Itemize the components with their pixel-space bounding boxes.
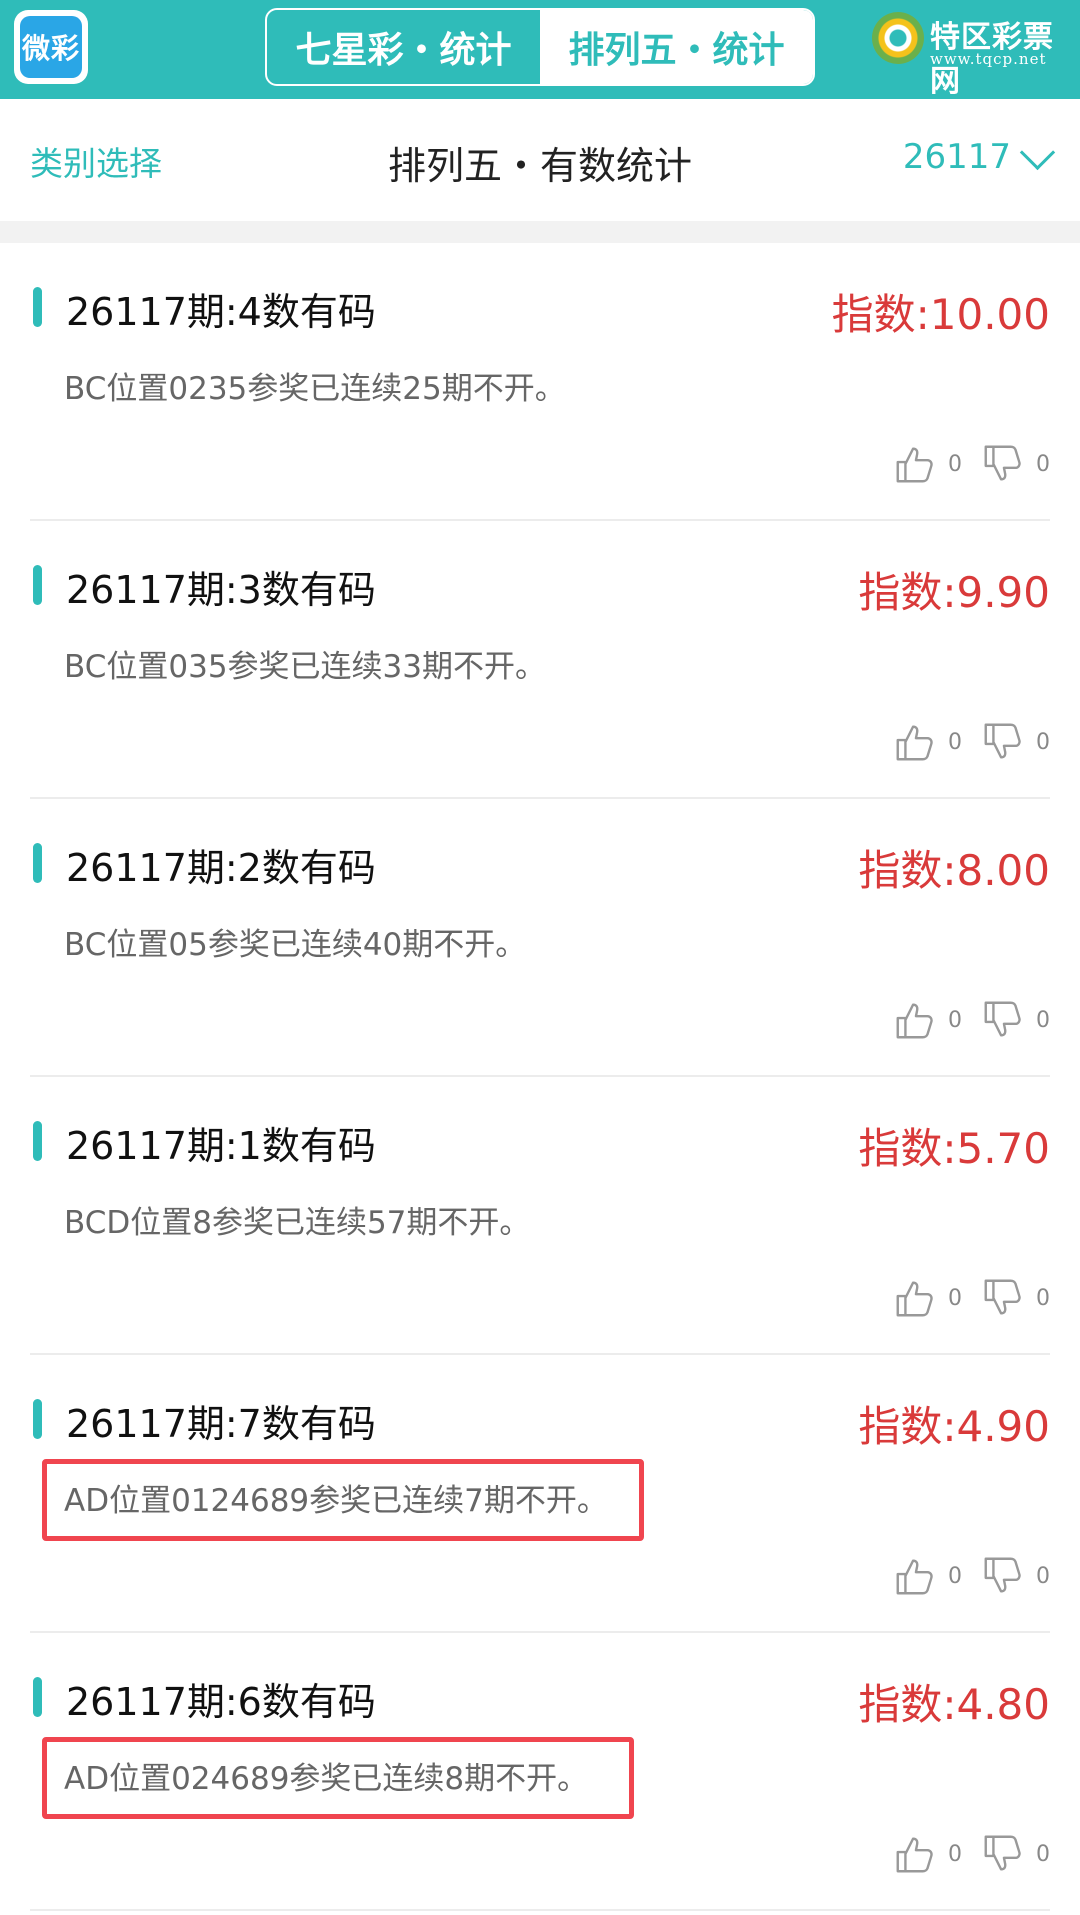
- list-item: 26117期:4数有码 指数:10.00 BC位置0235参奖已连续25期不开。…: [30, 243, 1050, 521]
- dislike-count: 0: [1036, 1285, 1050, 1311]
- dislike-count: 0: [1036, 729, 1050, 755]
- item-index: 指数:10.00: [831, 290, 1050, 339]
- item-description: BC位置035参奖已连续33期不开。: [64, 649, 546, 685]
- chevron-down-icon: [1019, 134, 1056, 170]
- thumbs-up-icon: [896, 1837, 933, 1873]
- list-item: 26117期:2数有码 指数:8.00 BC位置05参奖已连续40期不开。 0 …: [30, 799, 1050, 1077]
- item-accent-bar: [33, 1677, 42, 1717]
- brand-url: www.tqcp.net: [930, 50, 1047, 68]
- item-description: AD位置024689参奖已连续8期不开。: [64, 1761, 589, 1797]
- list-item: 26117期:3数有码 指数:9.90 BC位置035参奖已连续33期不开。 0…: [30, 521, 1050, 799]
- item-accent-bar: [33, 1121, 42, 1161]
- item-accent-bar: [33, 287, 42, 327]
- thumbs-up-icon: [896, 447, 933, 483]
- item-description: BC位置0235参奖已连续25期不开。: [64, 371, 566, 407]
- list-item: 26117期:6数有码 指数:4.80 AD位置024689参奖已连续8期不开。…: [30, 1633, 1050, 1911]
- brand-watermark: 特区彩票网 www.tqcp.net: [872, 10, 1072, 99]
- thumbs-up-icon: [896, 1281, 933, 1317]
- like-count: 0: [948, 451, 962, 477]
- tab-pailiewu-stats[interactable]: 排列五・统计: [540, 10, 813, 84]
- thumbs-up-icon: [896, 1559, 933, 1595]
- like-count: 0: [948, 1563, 962, 1589]
- item-reactions: 0 0: [892, 719, 1050, 765]
- item-accent-bar: [33, 565, 42, 605]
- dislike-count: 0: [1036, 1841, 1050, 1867]
- item-index: 指数:4.80: [858, 1680, 1050, 1729]
- tab-qixingcai-stats[interactable]: 七星彩・统计: [267, 10, 540, 84]
- item-description: AD位置0124689参奖已连续7期不开。: [64, 1483, 608, 1519]
- section-divider: [0, 221, 1080, 243]
- app-logo-text: 微彩: [20, 16, 82, 78]
- item-index: 指数:4.90: [858, 1402, 1050, 1451]
- list-item: 26117期:7数有码 指数:4.90 AD位置0124689参奖已连续7期不开…: [30, 1355, 1050, 1633]
- like-button[interactable]: 0: [892, 1553, 962, 1599]
- item-reactions: 0 0: [892, 1831, 1050, 1877]
- list-item: 26117期:1数有码 指数:5.70 BCD位置8参奖已连续57期不开。 0 …: [30, 1077, 1050, 1355]
- dislike-count: 0: [1036, 451, 1050, 477]
- item-reactions: 0 0: [892, 1553, 1050, 1599]
- like-button[interactable]: 0: [892, 1831, 962, 1877]
- like-button[interactable]: 0: [892, 997, 962, 1043]
- like-button[interactable]: 0: [892, 1275, 962, 1321]
- like-count: 0: [948, 1007, 962, 1033]
- brand-logo-icon: [872, 12, 924, 64]
- thumbs-down-icon: [984, 1001, 1021, 1037]
- dislike-button[interactable]: 0: [980, 719, 1050, 765]
- like-count: 0: [948, 729, 962, 755]
- issue-select-dropdown[interactable]: 26117: [902, 134, 1056, 177]
- item-title: 26117期:2数有码: [66, 846, 376, 890]
- item-reactions: 0 0: [892, 997, 1050, 1043]
- item-title: 26117期:1数有码: [66, 1124, 376, 1168]
- item-reactions: 0 0: [892, 1275, 1050, 1321]
- like-button[interactable]: 0: [892, 441, 962, 487]
- top-bar: 微彩 七星彩・统计 排列五・统计 特区彩票网 www.tqcp.net: [0, 0, 1080, 99]
- dislike-button[interactable]: 0: [980, 1831, 1050, 1877]
- dislike-button[interactable]: 0: [980, 997, 1050, 1043]
- item-description: BC位置05参奖已连续40期不开。: [64, 927, 527, 963]
- app-logo[interactable]: 微彩: [14, 10, 88, 84]
- like-count: 0: [948, 1285, 962, 1311]
- item-title: 26117期:7数有码: [66, 1402, 376, 1446]
- item-title: 26117期:6数有码: [66, 1680, 376, 1724]
- dislike-count: 0: [1036, 1007, 1050, 1033]
- like-button[interactable]: 0: [892, 719, 962, 765]
- item-reactions: 0 0: [892, 441, 1050, 487]
- item-title: 26117期:3数有码: [66, 568, 376, 612]
- item-accent-bar: [33, 843, 42, 883]
- lottery-type-switch: 七星彩・统计 排列五・统计: [265, 8, 815, 86]
- sub-header: 类别选择 排列五・有数统计 26117: [0, 99, 1080, 221]
- item-index: 指数:5.70: [858, 1124, 1050, 1173]
- item-index: 指数:9.90: [858, 568, 1050, 617]
- thumbs-up-icon: [896, 725, 933, 761]
- thumbs-down-icon: [984, 1557, 1021, 1593]
- like-count: 0: [948, 1841, 962, 1867]
- thumbs-down-icon: [984, 1279, 1021, 1315]
- stats-list: 26117期:4数有码 指数:10.00 BC位置0235参奖已连续25期不开。…: [0, 243, 1080, 1911]
- dislike-button[interactable]: 0: [980, 1275, 1050, 1321]
- thumbs-down-icon: [984, 1835, 1021, 1871]
- item-description: BCD位置8参奖已连续57期不开。: [64, 1205, 531, 1241]
- thumbs-up-icon: [896, 1003, 933, 1039]
- item-accent-bar: [33, 1399, 42, 1439]
- issue-number: 26117: [902, 137, 1011, 177]
- dislike-button[interactable]: 0: [980, 441, 1050, 487]
- thumbs-down-icon: [984, 723, 1021, 759]
- thumbs-down-icon: [984, 445, 1021, 481]
- item-index: 指数:8.00: [858, 846, 1050, 895]
- item-title: 26117期:4数有码: [66, 290, 376, 334]
- dislike-count: 0: [1036, 1563, 1050, 1589]
- dislike-button[interactable]: 0: [980, 1553, 1050, 1599]
